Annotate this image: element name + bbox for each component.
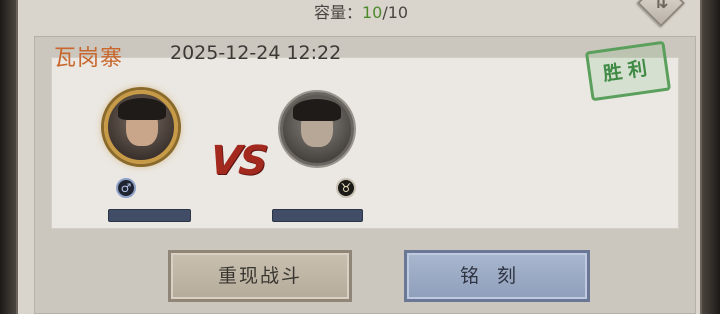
player-avatar[interactable] (104, 90, 178, 164)
left-frame-edge (0, 0, 16, 314)
opponent-hair (293, 99, 341, 121)
male-symbol-icon: ♂ (116, 178, 136, 198)
battle-record-panel: 容量：10/10 ⇅ 瓦岗寨 2025-12-24 12:22 胜利 ♂ VS … (16, 0, 702, 314)
opponent-name-bar (272, 209, 363, 222)
battle-location: 瓦岗寨 (54, 46, 124, 71)
capacity-label: 容量： (313, 3, 362, 22)
versus-label: VS (207, 138, 269, 184)
capacity-current: 10 (361, 3, 383, 22)
ox-head-icon: ♉ (336, 178, 356, 198)
right-frame-edge (702, 0, 720, 314)
player-name-bar (108, 209, 191, 222)
player-hair (118, 98, 166, 120)
battle-datetime: 2025-12-24 12:22 (170, 42, 342, 64)
swap-arrows-icon: ⇅ (653, 0, 669, 14)
replay-battle-button[interactable]: 重现战斗 (168, 250, 352, 302)
engrave-button[interactable]: 铭刻 (404, 250, 590, 302)
capacity-max: /10 (382, 3, 409, 22)
opponent-avatar[interactable] (280, 92, 354, 166)
capacity-text: 容量：10/10 (18, 2, 704, 24)
